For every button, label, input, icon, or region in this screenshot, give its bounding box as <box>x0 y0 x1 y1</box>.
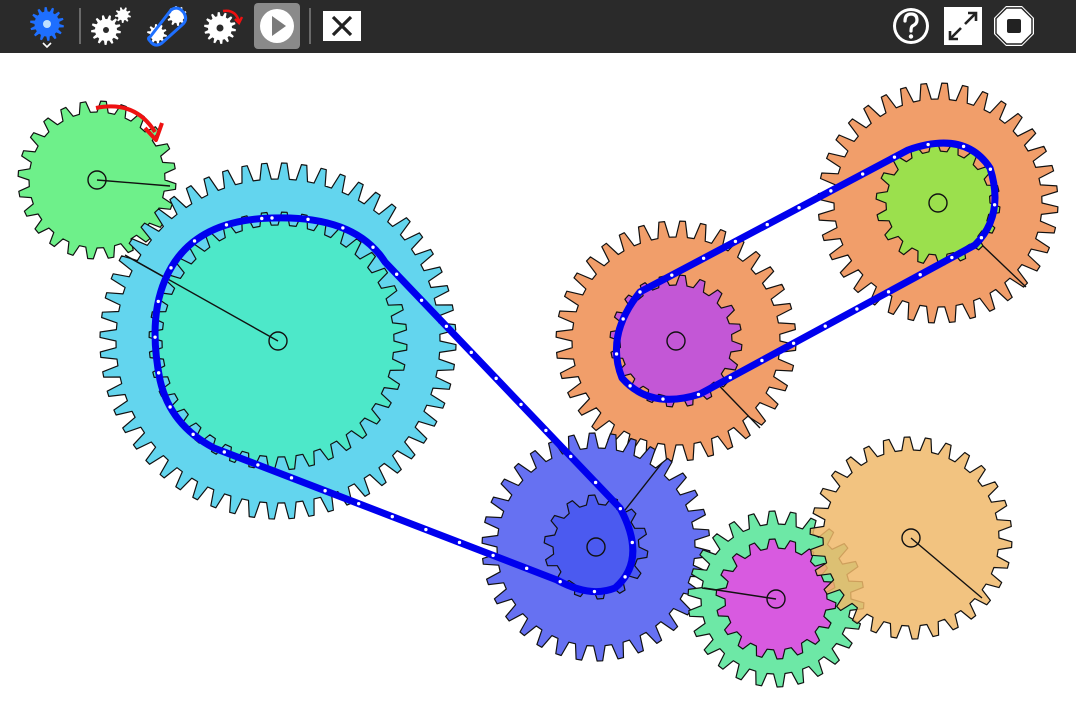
help-icon <box>893 8 929 44</box>
gear-gold-bottom-right[interactable] <box>809 436 1013 640</box>
clear-button[interactable] <box>319 3 365 49</box>
gear-tool-button[interactable] <box>24 3 70 49</box>
toolbar <box>0 0 1076 53</box>
fullscreen-button[interactable] <box>940 3 986 49</box>
fullscreen-icon <box>944 7 982 45</box>
close-icon <box>323 11 361 41</box>
momentum-gear-icon <box>204 9 244 44</box>
toolbar-separator <box>309 8 311 44</box>
chain-tool-button[interactable] <box>144 3 190 49</box>
gear-icon <box>30 7 64 49</box>
momentum-tool-button[interactable] <box>199 3 245 49</box>
play-button[interactable] <box>254 3 300 49</box>
gear-canvas[interactable] <box>0 53 1076 703</box>
toolbar-separator <box>79 8 81 44</box>
connected-gears-tool-button[interactable] <box>88 3 134 49</box>
gear-scene[interactable] <box>0 53 1076 703</box>
connected-gears-icon <box>91 7 131 45</box>
play-icon <box>260 9 294 43</box>
stop-icon <box>994 6 1034 46</box>
chain-icon <box>147 6 188 47</box>
stop-button[interactable] <box>991 3 1037 49</box>
help-button[interactable] <box>888 3 934 49</box>
